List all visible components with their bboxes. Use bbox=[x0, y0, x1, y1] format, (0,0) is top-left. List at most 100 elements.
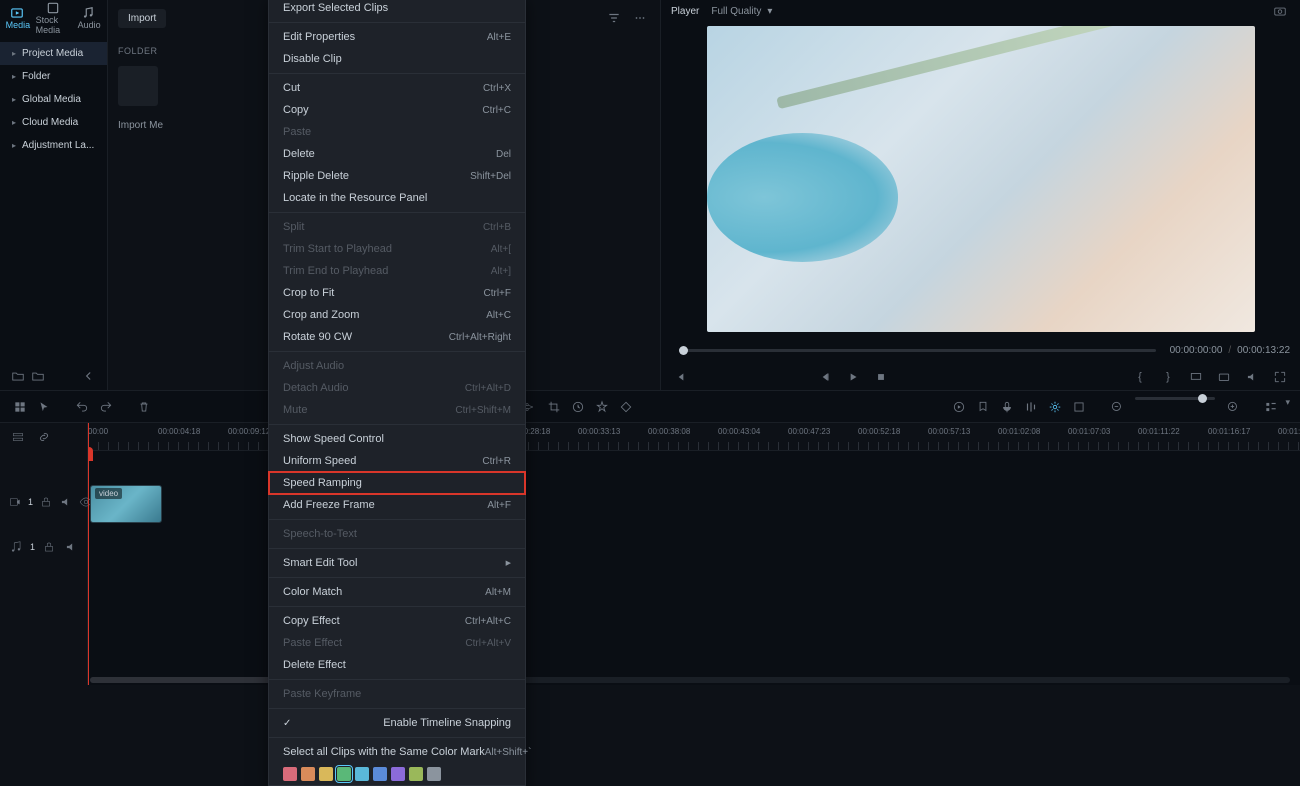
screenshot-icon[interactable] bbox=[1214, 367, 1234, 387]
tab-media[interactable]: Media bbox=[0, 0, 36, 36]
new-folder-icon[interactable] bbox=[8, 366, 28, 386]
cursor-icon[interactable] bbox=[34, 397, 54, 417]
import-media-text[interactable]: Import Me bbox=[118, 120, 163, 131]
play-icon[interactable] bbox=[843, 367, 863, 387]
menu-item-ripple-delete[interactable]: Ripple DeleteShift+Del bbox=[269, 165, 525, 187]
snapshot-icon[interactable] bbox=[1270, 1, 1290, 21]
zoom-slider[interactable] bbox=[1135, 397, 1215, 400]
menu-item-speed-ramping[interactable]: Speed Ramping bbox=[269, 472, 525, 494]
scrubber[interactable] bbox=[679, 349, 1156, 352]
video-track-header: 1 bbox=[0, 481, 87, 523]
menu-item-crop-to-fit[interactable]: Crop to FitCtrl+F bbox=[269, 282, 525, 304]
media-icon bbox=[10, 6, 26, 18]
menu-item-smart-edit-tool[interactable]: Smart Edit Tool bbox=[269, 552, 525, 574]
marker-icon[interactable] bbox=[973, 397, 993, 417]
video-track-icon bbox=[8, 492, 22, 512]
menu-item-show-speed-control[interactable]: Show Speed Control bbox=[269, 428, 525, 450]
ruler-mark: 00:00:43:04 bbox=[718, 427, 760, 436]
import-button[interactable]: Import bbox=[118, 9, 166, 28]
ruler-mark: 00:00:09:12 bbox=[228, 427, 270, 436]
menu-item-split: SplitCtrl+B bbox=[269, 216, 525, 238]
effects-icon[interactable] bbox=[592, 397, 612, 417]
menu-item-select-all-clips-with-the-same-color-mark[interactable]: Select all Clips with the Same Color Mar… bbox=[269, 741, 525, 763]
menu-item-copy-effect[interactable]: Copy EffectCtrl+Alt+C bbox=[269, 610, 525, 632]
menu-item-copy[interactable]: CopyCtrl+C bbox=[269, 99, 525, 121]
time-current: 00:00:00:00 bbox=[1170, 345, 1223, 356]
scrubber-handle[interactable] bbox=[679, 346, 688, 355]
menu-item-uniform-speed[interactable]: Uniform SpeedCtrl+R bbox=[269, 450, 525, 472]
zoom-in-icon[interactable] bbox=[1223, 397, 1243, 417]
mark-in-icon[interactable]: { bbox=[1130, 367, 1150, 387]
menu-item-rotate-cw[interactable]: Rotate 90 CWCtrl+Alt+Right bbox=[269, 326, 525, 348]
layout-icon[interactable] bbox=[10, 397, 30, 417]
menu-item-crop-and-zoom[interactable]: Crop and ZoomAlt+C bbox=[269, 304, 525, 326]
color-swatch[interactable] bbox=[355, 767, 369, 781]
menu-item-delete-effect[interactable]: Delete Effect bbox=[269, 654, 525, 676]
tab-audio[interactable]: Audio bbox=[71, 0, 107, 36]
volume-icon[interactable] bbox=[1242, 367, 1262, 387]
crop-icon[interactable] bbox=[544, 397, 564, 417]
speed-icon[interactable] bbox=[568, 397, 588, 417]
color-swatch[interactable] bbox=[283, 767, 297, 781]
video-preview[interactable] bbox=[707, 26, 1255, 332]
menu-item-disable-clip[interactable]: Disable Clip bbox=[269, 48, 525, 70]
view-mode-icon[interactable] bbox=[1261, 397, 1281, 417]
menu-item-edit-properties[interactable]: Edit PropertiesAlt+E bbox=[269, 26, 525, 48]
lock-icon[interactable] bbox=[39, 492, 53, 512]
menu-item-export-selected-clips[interactable]: Export Selected Clips bbox=[269, 0, 525, 19]
sidebar-item-project-media[interactable]: ▸Project Media bbox=[0, 42, 107, 65]
settings-icon[interactable] bbox=[1045, 397, 1065, 417]
stop-icon[interactable] bbox=[871, 367, 891, 387]
filter-icon[interactable] bbox=[604, 8, 624, 28]
color-swatch[interactable] bbox=[337, 767, 351, 781]
menu-item-cut[interactable]: CutCtrl+X bbox=[269, 77, 525, 99]
fullscreen-icon[interactable] bbox=[1270, 367, 1290, 387]
more-icon[interactable] bbox=[630, 8, 650, 28]
menu-item-add-freeze-frame[interactable]: Add Freeze FrameAlt+F bbox=[269, 494, 525, 516]
folder-thumbnail[interactable] bbox=[118, 66, 158, 106]
video-clip[interactable]: video bbox=[90, 485, 162, 523]
delete-icon[interactable] bbox=[134, 397, 154, 417]
menu-item-delete[interactable]: DeleteDel bbox=[269, 143, 525, 165]
scrollbar-thumb[interactable] bbox=[90, 677, 290, 683]
menu-item-speech-to-text: Speech-to-Text bbox=[269, 523, 525, 545]
sidebar-item-global-media[interactable]: ▸Global Media bbox=[0, 88, 107, 111]
color-swatch[interactable] bbox=[427, 767, 441, 781]
zoom-handle[interactable] bbox=[1198, 394, 1207, 403]
color-swatch[interactable] bbox=[373, 767, 387, 781]
color-swatch[interactable] bbox=[301, 767, 315, 781]
keyframe-icon[interactable] bbox=[616, 397, 636, 417]
link-icon[interactable] bbox=[34, 427, 54, 447]
prev-frame-icon[interactable] bbox=[671, 367, 691, 387]
display-icon[interactable] bbox=[1186, 367, 1206, 387]
grid-icon[interactable] bbox=[1069, 397, 1089, 417]
collapse-sidebar-icon[interactable] bbox=[79, 366, 99, 386]
zoom-out-icon[interactable] bbox=[1107, 397, 1127, 417]
quality-dropdown[interactable]: Full Quality ▾ bbox=[711, 6, 772, 17]
mic-icon[interactable] bbox=[997, 397, 1017, 417]
menu-item-color-match[interactable]: Color MatchAlt+M bbox=[269, 581, 525, 603]
audio-mix-icon[interactable] bbox=[1021, 397, 1041, 417]
lock-icon[interactable] bbox=[41, 537, 57, 557]
sidebar-item-cloud-media[interactable]: ▸Cloud Media bbox=[0, 111, 107, 134]
play-backward-icon[interactable] bbox=[815, 367, 835, 387]
chevron-down-icon[interactable]: ▾ bbox=[1285, 397, 1290, 417]
mark-out-icon[interactable]: } bbox=[1158, 367, 1178, 387]
track-add-icon[interactable] bbox=[8, 427, 28, 447]
mute-track-icon[interactable] bbox=[63, 537, 79, 557]
context-menu: Export Selected Clips Edit PropertiesAlt+… bbox=[268, 0, 526, 786]
mute-track-icon[interactable] bbox=[59, 492, 73, 512]
color-swatch[interactable] bbox=[409, 767, 423, 781]
color-swatch[interactable] bbox=[391, 767, 405, 781]
undo-icon[interactable] bbox=[72, 397, 92, 417]
render-icon[interactable] bbox=[949, 397, 969, 417]
sidebar-item-adjustment-la-[interactable]: ▸Adjustment La... bbox=[0, 134, 107, 157]
tab-stock-media[interactable]: Stock Media bbox=[36, 0, 72, 36]
sidebar-item-folder[interactable]: ▸Folder bbox=[0, 65, 107, 88]
folder-icon[interactable] bbox=[28, 366, 48, 386]
playhead[interactable] bbox=[88, 423, 89, 685]
menu-item-locate-in-the-resource-panel[interactable]: Locate in the Resource Panel bbox=[269, 187, 525, 209]
redo-icon[interactable] bbox=[96, 397, 116, 417]
menu-item-enable-timeline-snapping[interactable]: ✓Enable Timeline Snapping bbox=[269, 712, 525, 734]
color-swatch[interactable] bbox=[319, 767, 333, 781]
